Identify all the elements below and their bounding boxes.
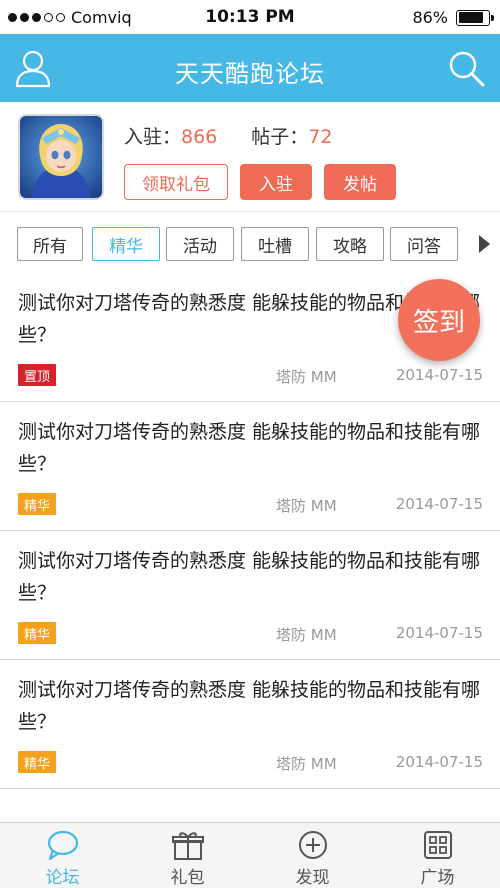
list-item[interactable]: 测试你对刀塔传奇的熟悉度 能躲技能的物品和技能有哪些？ 精华 塔防 MM 201… (0, 402, 500, 531)
post-badge: 精华 (18, 493, 57, 515)
post-title: 测试你对刀塔传奇的熟悉度 能躲技能的物品和技能有哪些？ (18, 679, 481, 733)
app-header: 天天酷跑论坛 (0, 34, 500, 102)
list-item[interactable]: 测试你对刀塔传奇的熟悉度 能躲技能的物品和技能有哪些？ 精华 塔防 MM 201… (0, 660, 500, 789)
game-avatar (18, 114, 104, 200)
battery-info: 86% (412, 8, 494, 27)
post-title: 测试你对刀塔传奇的熟悉度 能躲技能的物品和技能有哪些？ (18, 421, 481, 475)
bottom-nav: 论坛 礼包 发现 广场 (0, 822, 500, 888)
posts-count: 72 (308, 126, 333, 148)
battery-icon (456, 9, 494, 26)
post-author: 塔防 MM (276, 626, 337, 644)
nav-gifts[interactable]: 礼包 (125, 823, 250, 888)
post-date: 2014-07-15 (395, 624, 483, 642)
tab-guides[interactable]: 攻略 (316, 227, 384, 261)
scroll-right-icon[interactable] (479, 235, 490, 253)
sign-in-button[interactable]: 签到 (398, 279, 480, 361)
nav-label: 发现 (295, 868, 330, 888)
nav-forum[interactable]: 论坛 (0, 823, 125, 888)
post-badge: 精华 (18, 622, 57, 644)
claim-gift-button[interactable]: 领取礼包 (124, 164, 228, 200)
battery-fill (458, 12, 484, 23)
forum-stats: 入驻：866 帖子：72 (124, 122, 332, 149)
nav-label: 广场 (420, 868, 455, 888)
join-count: 866 (181, 126, 218, 148)
tab-rants[interactable]: 吐槽 (241, 227, 309, 261)
posts-label: 帖子： (251, 126, 309, 148)
nav-discover[interactable]: 发现 (250, 823, 375, 888)
posts-stat: 帖子：72 (251, 122, 332, 149)
nav-label: 礼包 (170, 868, 205, 888)
join-label: 入驻： (124, 126, 182, 148)
nav-label: 论坛 (45, 868, 80, 888)
post-author: 塔防 MM (276, 755, 337, 773)
tab-qa[interactable]: 问答 (390, 227, 458, 261)
search-icon[interactable] (446, 48, 486, 88)
post-author: 塔防 MM (276, 368, 337, 386)
post-date: 2014-07-15 (395, 366, 483, 384)
page-title: 天天酷跑论坛 (175, 60, 325, 88)
tab-featured[interactable]: 精华 (92, 227, 160, 261)
new-post-button[interactable]: 发帖 (324, 164, 396, 200)
post-author: 塔防 MM (276, 497, 337, 515)
post-date: 2014-07-15 (395, 753, 483, 771)
gift-icon (171, 832, 204, 860)
status-bar: Comviq 10:13 PM 86% (0, 0, 500, 34)
profile-actions: 领取礼包 入驻 发帖 (124, 164, 396, 200)
list-item[interactable]: 测试你对刀塔传奇的熟悉度 能躲技能的物品和技能有哪些？ 精华 塔防 MM 201… (0, 531, 500, 660)
forum-profile: 入驻：866 帖子：72 领取礼包 入驻 发帖 (0, 102, 500, 212)
plus-circle-icon (298, 831, 327, 859)
tab-all[interactable]: 所有 (17, 227, 83, 261)
post-title: 测试你对刀塔传奇的熟悉度 能躲技能的物品和技能有哪些？ (18, 550, 481, 604)
nav-square[interactable]: 广场 (375, 823, 500, 888)
post-badge: 置顶 (18, 364, 57, 386)
grid-icon (423, 831, 452, 859)
tab-events[interactable]: 活动 (166, 227, 234, 261)
post-date: 2014-07-15 (395, 495, 483, 513)
battery-percent: 86% (412, 8, 448, 27)
chat-bubble-icon (47, 830, 78, 861)
join-button[interactable]: 入驻 (240, 164, 312, 200)
filter-tabs: 所有 精华 活动 吐槽 攻略 问答 (0, 213, 500, 273)
join-stat: 入驻：866 (124, 122, 217, 149)
post-badge: 精华 (18, 751, 57, 773)
